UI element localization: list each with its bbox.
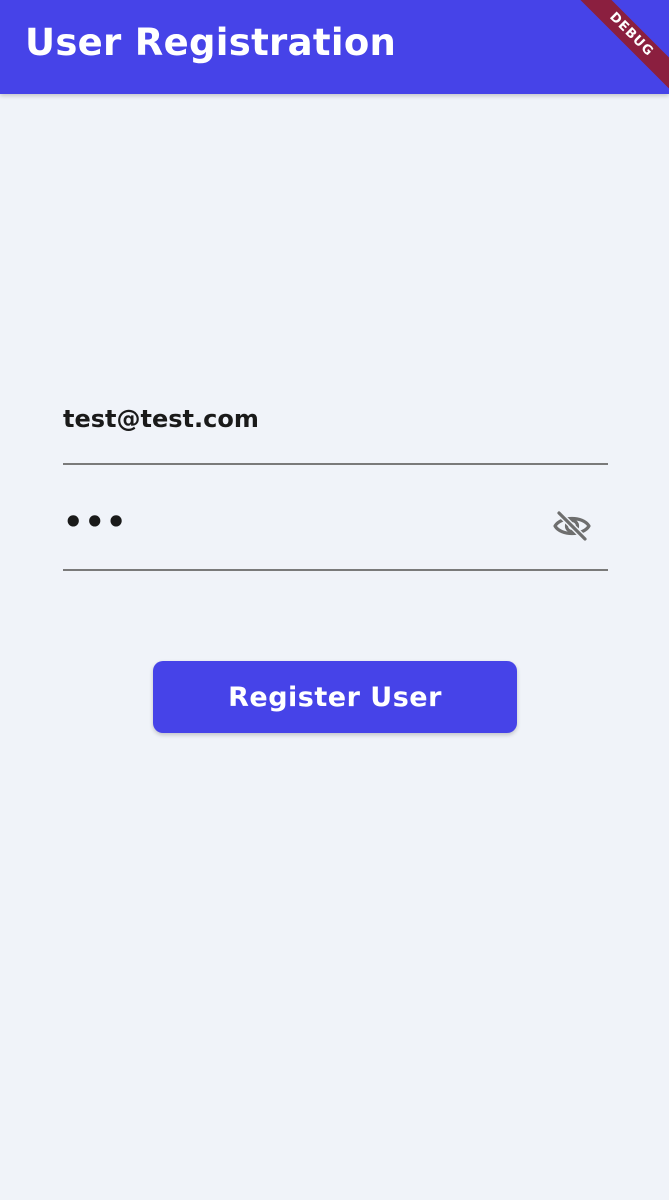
visibility-off-icon[interactable] [552,508,592,544]
app-bar: User Registration [0,0,669,94]
password-value: ••• [63,503,128,541]
email-value: test@test.com [63,405,259,433]
register-user-button[interactable]: Register User [153,661,517,733]
app-screen: User Registration DEBUG test@test.com ••… [0,0,669,1200]
email-field[interactable]: test@test.com [63,395,608,465]
page-title: User Registration [25,21,397,64]
password-field[interactable]: ••• [63,500,608,571]
